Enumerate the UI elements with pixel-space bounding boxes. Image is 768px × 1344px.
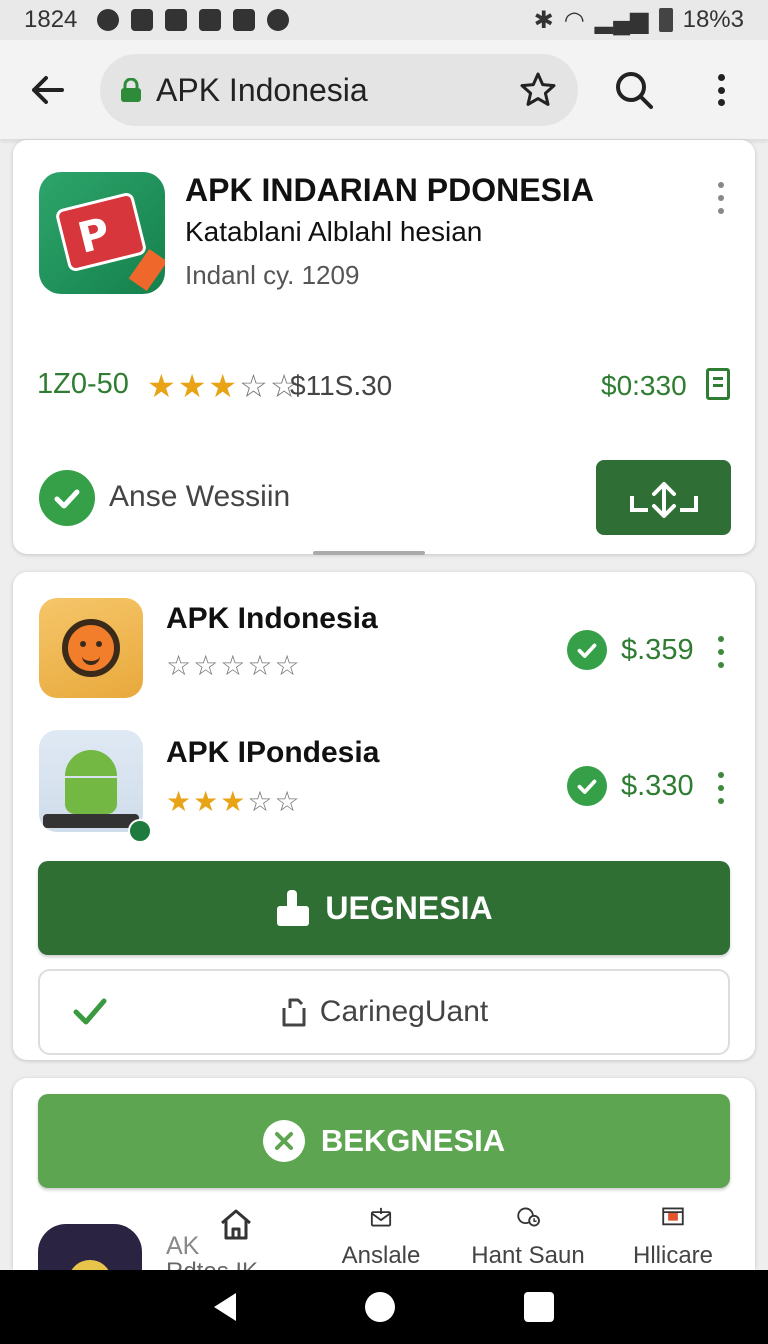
- star-filled-icon: ★: [193, 786, 219, 817]
- featured-app-subtitle: Katablani Alblahl hesian: [185, 216, 483, 247]
- back-arrow-icon[interactable]: [24, 66, 72, 114]
- star-filled-icon: ★: [208, 368, 238, 404]
- app-price: $.359: [621, 634, 694, 666]
- notification-icon: [131, 9, 154, 31]
- nav-label: Hllicare: [632, 1242, 713, 1269]
- installed-check-icon: [567, 766, 607, 806]
- star-empty-icon: ☆: [239, 368, 268, 404]
- nav-item-install[interactable]: Anslale: [321, 1206, 441, 1270]
- installed-check-icon: [567, 630, 607, 670]
- status-time: 1824: [24, 6, 78, 33]
- star-filled-icon: ★: [177, 368, 207, 404]
- system-recents-icon[interactable]: [523, 1292, 554, 1322]
- star-filled-icon: ★: [147, 368, 176, 404]
- lock-icon: [121, 78, 141, 102]
- secondary-action-button[interactable]: CarinegUant: [38, 969, 730, 1055]
- featured-app-icon[interactable]: P: [39, 172, 165, 294]
- nav-item-care[interactable]: Hllicare: [613, 1206, 733, 1270]
- cancel-button[interactable]: BEKGNESIA: [38, 1094, 730, 1188]
- featured-app-alt-price: $0:330: [601, 370, 687, 401]
- star-empty-icon: ☆: [220, 650, 246, 681]
- notification-icons: [97, 9, 290, 31]
- receipt-icon[interactable]: [706, 368, 730, 400]
- android-app-icon[interactable]: [39, 730, 143, 832]
- featured-app-rating: ★ ★ ★ ☆ ☆: [147, 370, 298, 402]
- system-home-icon[interactable]: [364, 1292, 395, 1322]
- nav-label: Anslale: [341, 1242, 421, 1269]
- nav-item-history[interactable]: Hant Saun: [468, 1206, 588, 1270]
- featured-app-price: $11S.30: [290, 370, 393, 401]
- nav-item-home[interactable]: [176, 1206, 296, 1270]
- star-empty-icon: ☆: [247, 786, 273, 817]
- app-rating: ★ ★ ★ ☆ ☆: [166, 788, 300, 816]
- star-filled-icon: ★: [166, 786, 192, 817]
- notification-icon: [165, 9, 188, 31]
- drag-handle[interactable]: [313, 551, 425, 555]
- star-empty-icon: ☆: [274, 650, 300, 681]
- address-bar[interactable]: APK Indonesia: [100, 54, 578, 126]
- cancel-label: BEKGNESIA: [320, 1123, 506, 1158]
- app-price: $.330: [621, 770, 694, 802]
- search-icon[interactable]: [612, 68, 656, 112]
- app-title[interactable]: APK Indonesia: [166, 602, 378, 636]
- featured-app-meta: Indanl cy. 1209: [185, 260, 360, 290]
- star-empty-icon: ☆: [247, 650, 273, 681]
- badge-icon: [128, 819, 152, 843]
- featured-app-range: 1Z0-50: [37, 368, 129, 400]
- battery-icon: [658, 8, 673, 32]
- overflow-menu-icon[interactable]: [706, 68, 736, 112]
- window-icon: [662, 1207, 684, 1226]
- upload-icon: [629, 481, 698, 518]
- app-icon[interactable]: [39, 598, 143, 698]
- star-empty-icon: ☆: [166, 650, 192, 681]
- notification-icon: [233, 9, 256, 31]
- secondary-action-label: CarinegUant: [319, 995, 489, 1028]
- notification-icon: [97, 9, 120, 31]
- primary-action-label: UEGNESIA: [325, 889, 493, 926]
- notification-icon: [199, 9, 222, 31]
- star-filled-icon: ★: [220, 786, 246, 817]
- card-more-icon[interactable]: [711, 180, 731, 216]
- share-icon: [282, 998, 306, 1027]
- system-back-icon[interactable]: [214, 1293, 237, 1321]
- browser-toolbar: APK Indonesia: [0, 40, 768, 140]
- star-empty-icon: ☆: [193, 650, 219, 681]
- app-rating: ☆ ☆ ☆ ☆ ☆: [166, 652, 300, 680]
- verified-check-icon: [39, 470, 95, 526]
- mail-icon: [370, 1207, 392, 1227]
- app-title[interactable]: APK IPondesia: [166, 736, 379, 770]
- check-icon: [73, 998, 107, 1025]
- system-navigation-bar: [0, 1270, 768, 1344]
- featured-app-title[interactable]: APK INDARIAN PDONESIA: [185, 172, 594, 209]
- primary-action-button[interactable]: UEGNESIA: [38, 861, 730, 955]
- clock-icon: [517, 1207, 540, 1227]
- upload-button[interactable]: [596, 460, 731, 535]
- url-text[interactable]: APK Indonesia: [156, 72, 518, 109]
- wifi-icon: ◠: [563, 6, 585, 34]
- nav-label: Hant Saun: [471, 1242, 585, 1269]
- item-more-icon[interactable]: [711, 770, 731, 806]
- close-icon: [262, 1120, 305, 1162]
- bluetooth-icon: ✱: [533, 6, 554, 34]
- item-more-icon[interactable]: [711, 634, 731, 670]
- peek-app-icon[interactable]: [38, 1224, 142, 1270]
- bottom-navigation: AK Rdtes IK Anslale Hant Saun Hllicare: [13, 1198, 755, 1270]
- app-list-card: APK Indonesia ☆ ☆ ☆ ☆ ☆ $.359 APK IPondesia …: [13, 572, 755, 1060]
- star-empty-icon: ☆: [274, 786, 300, 817]
- status-bar: 1824 ✱ ◠ ▂▄▆ 18%3: [0, 0, 768, 40]
- home-icon: [221, 1209, 251, 1240]
- notification-icon: [267, 9, 290, 31]
- featured-app-status: Anse Wessiin: [109, 480, 291, 513]
- signal-icon: ▂▄▆: [594, 6, 649, 34]
- battery-level: 18%3: [682, 6, 744, 33]
- featured-app-card: P APK INDARIAN PDONESIA Katablani Alblah…: [13, 140, 755, 555]
- bookmark-star-icon[interactable]: [518, 70, 558, 110]
- thumbs-up-icon: [277, 890, 310, 926]
